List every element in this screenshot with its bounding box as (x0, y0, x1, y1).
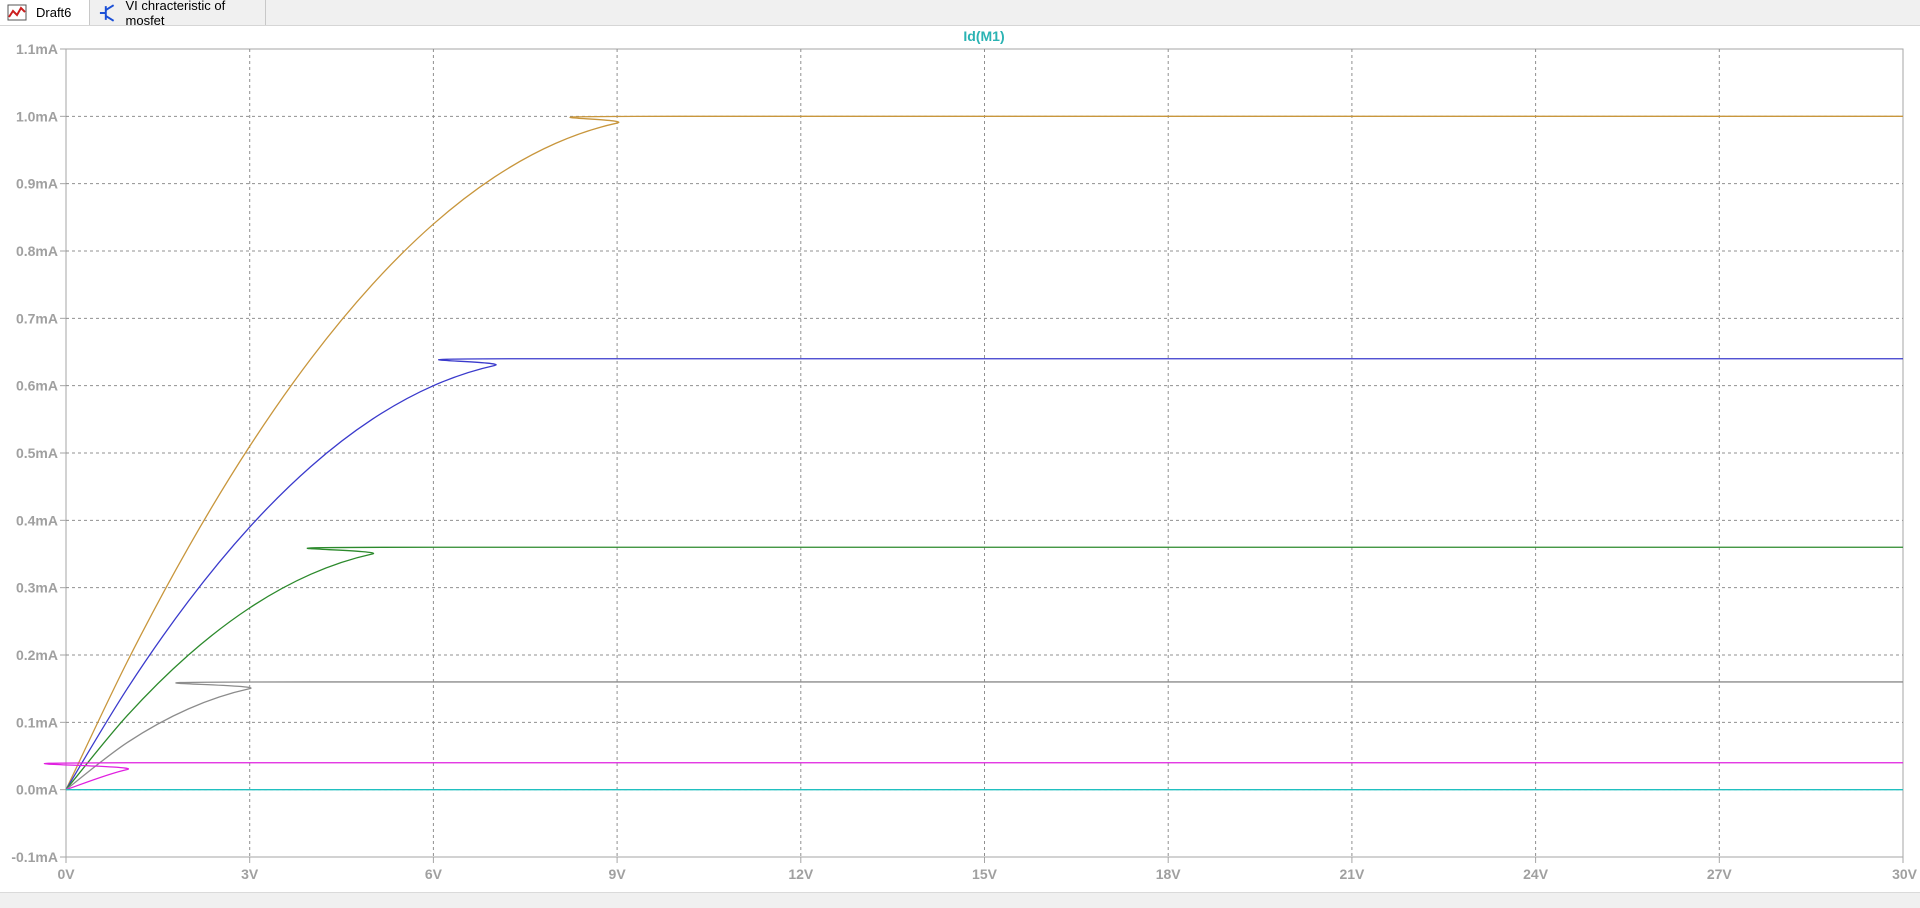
y-tick-label: 0.9mA (16, 176, 58, 192)
tab-label: Draft6 (36, 5, 72, 20)
chart-title[interactable]: Id(M1) (963, 28, 1004, 44)
transistor-icon (99, 3, 115, 22)
y-tick-label: 0.0mA (16, 782, 58, 798)
y-tick-label: 0.8mA (16, 243, 58, 259)
y-tick-label: 0.5mA (16, 445, 58, 461)
tab-bar: Draft6 VI chracteristic of mosfet (0, 0, 1920, 28)
x-tick-label: 15V (972, 866, 998, 882)
x-tick-label: 9V (609, 866, 627, 882)
y-tick-label: 0.6mA (16, 378, 58, 394)
y-tick-label: -0.1mA (11, 849, 58, 865)
tab-label: VI chracteristic of mosfet (125, 0, 226, 28)
x-tick-label: 0V (57, 866, 75, 882)
tab-draft6[interactable]: Draft6 (0, 0, 90, 25)
x-tick-label: 24V (1523, 866, 1549, 882)
y-tick-label: 0.7mA (16, 310, 58, 326)
tab-vi-chracteristic[interactable]: VI chracteristic of mosfet (90, 0, 266, 28)
x-tick-label: 6V (425, 866, 443, 882)
x-tick-label: 21V (1339, 866, 1365, 882)
plot-pane[interactable]: -0.1mA 0.0mA 0.1mA 0.2mA 0.3mA 0.4mA 0.5mA 0.6m… (0, 26, 1920, 892)
y-axis-ticks: -0.1mA 0.0mA 0.1mA 0.2mA 0.3mA 0.4mA 0.5mA 0.6m… (11, 41, 66, 865)
y-tick-label: 1.1mA (16, 41, 58, 57)
x-tick-label: 12V (788, 866, 814, 882)
y-tick-label: 0.2mA (16, 647, 58, 663)
y-tick-label: 0.4mA (16, 512, 58, 528)
waveform-icon (7, 4, 27, 20)
x-tick-label: 27V (1707, 866, 1733, 882)
x-tick-label: 18V (1156, 866, 1182, 882)
y-tick-label: 1.0mA (16, 108, 58, 124)
x-axis-ticks: 0V 3V 6V 9V 12V 15V 18V 21V 24V 27V 30V (57, 857, 1918, 882)
x-tick-label: 30V (1892, 866, 1918, 882)
y-tick-label: 0.1mA (16, 714, 58, 730)
x-tick-label: 3V (241, 866, 259, 882)
chart[interactable]: -0.1mA 0.0mA 0.1mA 0.2mA 0.3mA 0.4mA 0.5mA 0.6m… (0, 26, 1920, 892)
status-bar (0, 892, 1920, 908)
y-tick-label: 0.3mA (16, 580, 58, 596)
